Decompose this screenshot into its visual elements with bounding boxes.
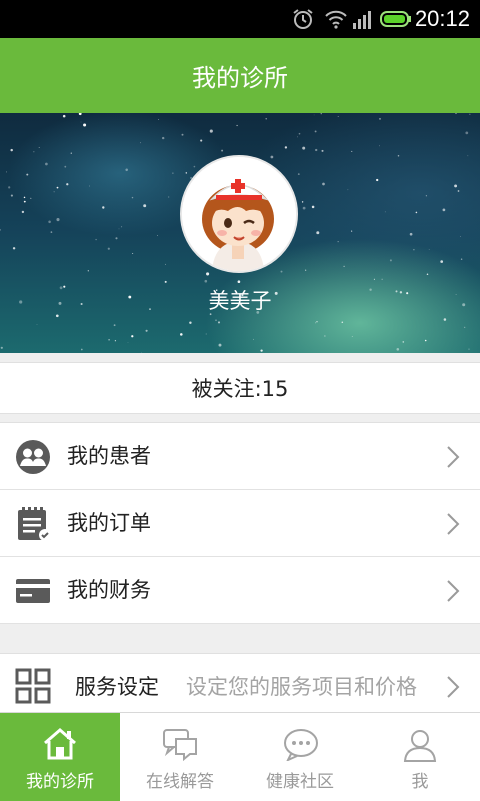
wifi-icon xyxy=(325,10,347,29)
tab-label: 健康社区 xyxy=(266,772,334,792)
tab-label: 在线解答 xyxy=(146,772,214,792)
battery-icon xyxy=(380,11,411,27)
title-bar: 我的诊所 xyxy=(0,38,480,113)
service-section: 服务设定 设定您的服务项目和价格 xyxy=(0,653,480,714)
nurse-avatar-image xyxy=(182,157,296,271)
bottom-tab-bar: 我的诊所 在线解答 健康社区 我 xyxy=(0,712,480,801)
menu-item-service-settings[interactable]: 服务设定 设定您的服务项目和价格 xyxy=(0,654,480,714)
status-time: 20:12 xyxy=(414,6,470,31)
chevron-right-icon xyxy=(447,513,460,535)
chevron-right-icon xyxy=(447,676,460,698)
avatar[interactable] xyxy=(180,155,298,273)
community-icon xyxy=(284,729,318,761)
follower-count-label: 被关注:15 xyxy=(191,377,289,401)
page-title: 我的诊所 xyxy=(192,64,288,92)
signal-icon xyxy=(353,11,371,29)
tab-online-answers[interactable]: 在线解答 xyxy=(120,713,240,801)
menu-item-label: 我的财务 xyxy=(67,578,151,602)
tab-health-community[interactable]: 健康社区 xyxy=(240,713,360,801)
menu-item-orders[interactable]: 我的订单 xyxy=(0,490,480,557)
user-icon xyxy=(403,730,437,762)
service-description: 设定您的服务项目和价格 xyxy=(186,675,417,699)
patients-icon xyxy=(16,440,50,474)
menu-item-finance[interactable]: 我的财务 xyxy=(0,557,480,624)
grid-icon xyxy=(15,668,51,704)
menu-list: 我的患者 我的订单 我的财务 xyxy=(0,422,480,624)
chevron-right-icon xyxy=(447,446,460,468)
service-label: 服务设定 xyxy=(75,675,159,699)
finance-icon xyxy=(16,579,50,603)
menu-item-patients[interactable]: 我的患者 xyxy=(0,423,480,490)
follower-count: 被关注:15 xyxy=(0,362,480,414)
tab-my-clinic[interactable]: 我的诊所 xyxy=(0,713,120,801)
profile-banner: 美美子 xyxy=(0,113,480,353)
menu-item-label: 我的订单 xyxy=(67,511,151,535)
tab-me[interactable]: 我 xyxy=(360,713,480,801)
tab-label: 我 xyxy=(411,772,429,792)
home-icon xyxy=(44,728,76,760)
chat-bubbles-icon xyxy=(163,729,197,761)
chevron-right-icon xyxy=(447,580,460,602)
user-name: 美美子 xyxy=(208,289,272,313)
tab-label: 我的诊所 xyxy=(26,772,94,792)
alarm-icon xyxy=(293,9,313,29)
orders-icon xyxy=(18,507,51,541)
menu-item-label: 我的患者 xyxy=(67,444,151,468)
status-bar: 20:12 xyxy=(0,0,480,38)
